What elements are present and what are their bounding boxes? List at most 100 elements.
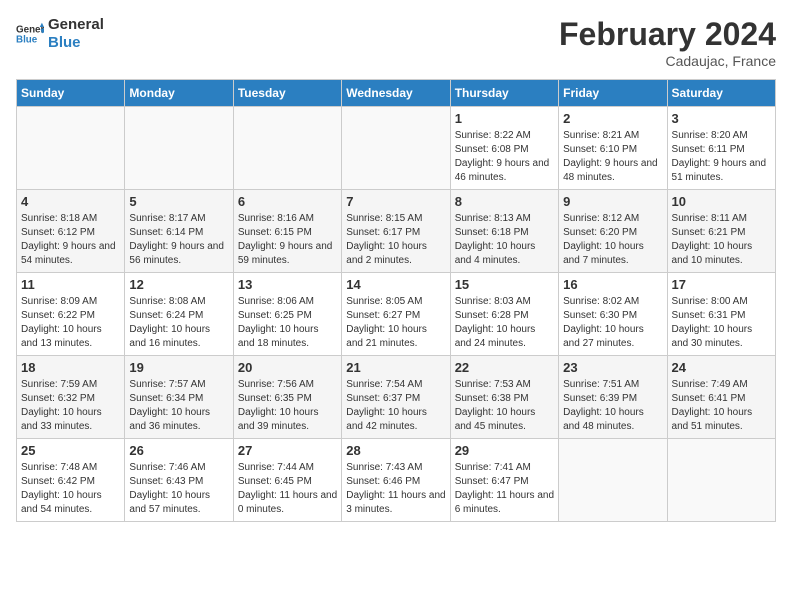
calendar-header-row: Sunday Monday Tuesday Wednesday Thursday…: [17, 80, 776, 107]
day-number: 11: [21, 277, 120, 292]
week-row-5: 25 Sunrise: 7:48 AMSunset: 6:42 PMDayligh…: [17, 439, 776, 522]
day-number: 19: [129, 360, 228, 375]
day-number: 10: [672, 194, 771, 209]
day-info: Sunrise: 7:54 AMSunset: 6:37 PMDaylight:…: [346, 378, 445, 434]
day-info: Sunrise: 8:08 AMSunset: 6:24 PMDaylight:…: [129, 295, 228, 351]
day-number: 21: [346, 360, 445, 375]
location: Cadaujac, France: [559, 53, 776, 69]
day-info: Sunrise: 7:53 AMSunset: 6:38 PMDaylight:…: [455, 378, 554, 434]
day-info: Sunrise: 7:59 AMSunset: 6:32 PMDaylight:…: [21, 378, 120, 434]
day-number: 28: [346, 443, 445, 458]
week-row-2: 4 Sunrise: 8:18 AMSunset: 6:12 PMDaylight…: [17, 190, 776, 273]
cell-week2-day2: 6 Sunrise: 8:16 AMSunset: 6:15 PMDaylight…: [233, 190, 341, 273]
day-number: 2: [563, 111, 662, 126]
day-info: Sunrise: 8:13 AMSunset: 6:18 PMDaylight:…: [455, 212, 554, 268]
cell-week5-day4: 29 Sunrise: 7:41 AMSunset: 6:47 PMDayligh…: [450, 439, 558, 522]
day-info: Sunrise: 8:16 AMSunset: 6:15 PMDaylight:…: [238, 212, 337, 268]
title-block: February 2024 Cadaujac, France: [559, 16, 776, 69]
cell-week2-day1: 5Sunrise: 8:17 AMSunset: 6:14 PMDaylight…: [125, 190, 233, 273]
day-number: 18: [21, 360, 120, 375]
cell-week3-day1: 12 Sunrise: 8:08 AMSunset: 6:24 PMDayligh…: [125, 273, 233, 356]
day-info: Sunrise: 8:22 AMSunset: 6:08 PMDaylight:…: [455, 129, 554, 185]
day-info: Sunrise: 8:15 AMSunset: 6:17 PMDaylight:…: [346, 212, 445, 268]
cell-week5-day0: 25 Sunrise: 7:48 AMSunset: 6:42 PMDayligh…: [17, 439, 125, 522]
cell-week5-day1: 26 Sunrise: 7:46 AMSunset: 6:43 PMDayligh…: [125, 439, 233, 522]
day-info: Sunrise: 8:09 AMSunset: 6:22 PMDaylight:…: [21, 295, 120, 351]
cell-week4-day6: 24 Sunrise: 7:49 AMSunset: 6:41 PMDayligh…: [667, 356, 775, 439]
day-info: Sunrise: 8:03 AMSunset: 6:28 PMDaylight:…: [455, 295, 554, 351]
day-number: 25: [21, 443, 120, 458]
cell-week5-day5: [559, 439, 667, 522]
day-info: Sunrise: 8:20 AMSunset: 6:11 PMDaylight:…: [672, 129, 771, 185]
day-info: Sunrise: 7:41 AMSunset: 6:47 PMDaylight:…: [455, 461, 554, 517]
cell-week1-day6: 3 Sunrise: 8:20 AMSunset: 6:11 PMDaylight…: [667, 107, 775, 190]
day-info: Sunrise: 7:44 AMSunset: 6:45 PMDaylight:…: [238, 461, 337, 517]
cell-week4-day3: 21 Sunrise: 7:54 AMSunset: 6:37 PMDayligh…: [342, 356, 450, 439]
cell-week5-day3: 28 Sunrise: 7:43 AMSunset: 6:46 PMDayligh…: [342, 439, 450, 522]
cell-week4-day4: 22 Sunrise: 7:53 AMSunset: 6:38 PMDayligh…: [450, 356, 558, 439]
logo-general-text: General: [48, 16, 104, 34]
col-thursday: Thursday: [450, 80, 558, 107]
day-number: 3: [672, 111, 771, 126]
day-info: Sunrise: 7:49 AMSunset: 6:41 PMDaylight:…: [672, 378, 771, 434]
day-info: Sunrise: 7:46 AMSunset: 6:43 PMDaylight:…: [129, 461, 228, 517]
day-number: 24: [672, 360, 771, 375]
day-number: 4: [21, 194, 120, 209]
day-number: 6: [238, 194, 337, 209]
day-info: Sunrise: 7:56 AMSunset: 6:35 PMDaylight:…: [238, 378, 337, 434]
cell-week4-day0: 18 Sunrise: 7:59 AMSunset: 6:32 PMDayligh…: [17, 356, 125, 439]
cell-week2-day6: 10 Sunrise: 8:11 AMSunset: 6:21 PMDayligh…: [667, 190, 775, 273]
week-row-1: 1 Sunrise: 8:22 AMSunset: 6:08 PMDaylight…: [17, 107, 776, 190]
col-monday: Monday: [125, 80, 233, 107]
logo-blue-text: Blue: [48, 34, 104, 52]
day-number: 26: [129, 443, 228, 458]
cell-week3-day0: 11 Sunrise: 8:09 AMSunset: 6:22 PMDayligh…: [17, 273, 125, 356]
cell-week3-day3: 14Sunrise: 8:05 AMSunset: 6:27 PMDayligh…: [342, 273, 450, 356]
cell-week3-day6: 17Sunrise: 8:00 AMSunset: 6:31 PMDayligh…: [667, 273, 775, 356]
day-number: 12: [129, 277, 228, 292]
day-number: 13: [238, 277, 337, 292]
cell-week4-day5: 23Sunrise: 7:51 AMSunset: 6:39 PMDayligh…: [559, 356, 667, 439]
cell-week3-day2: 13 Sunrise: 8:06 AMSunset: 6:25 PMDayligh…: [233, 273, 341, 356]
cell-week1-day2: [233, 107, 341, 190]
logo: General Blue General Blue: [16, 16, 104, 52]
day-info: Sunrise: 8:18 AMSunset: 6:12 PMDaylight:…: [21, 212, 120, 268]
cell-week4-day1: 19 Sunrise: 7:57 AMSunset: 6:34 PMDayligh…: [125, 356, 233, 439]
day-number: 20: [238, 360, 337, 375]
cell-week1-day4: 1 Sunrise: 8:22 AMSunset: 6:08 PMDaylight…: [450, 107, 558, 190]
day-number: 1: [455, 111, 554, 126]
day-number: 5: [129, 194, 228, 209]
svg-text:Blue: Blue: [16, 34, 38, 45]
cell-week5-day6: [667, 439, 775, 522]
cell-week3-day5: 16Sunrise: 8:02 AMSunset: 6:30 PMDayligh…: [559, 273, 667, 356]
cell-week1-day5: 2 Sunrise: 8:21 AMSunset: 6:10 PMDaylight…: [559, 107, 667, 190]
col-saturday: Saturday: [667, 80, 775, 107]
day-info: Sunrise: 7:43 AMSunset: 6:46 PMDaylight:…: [346, 461, 445, 517]
col-tuesday: Tuesday: [233, 80, 341, 107]
cell-week3-day4: 15 Sunrise: 8:03 AMSunset: 6:28 PMDayligh…: [450, 273, 558, 356]
day-info: Sunrise: 7:57 AMSunset: 6:34 PMDaylight:…: [129, 378, 228, 434]
day-number: 22: [455, 360, 554, 375]
day-info: Sunrise: 8:11 AMSunset: 6:21 PMDaylight:…: [672, 212, 771, 268]
cell-week1-day0: [17, 107, 125, 190]
day-number: 15: [455, 277, 554, 292]
day-number: 27: [238, 443, 337, 458]
day-info: Sunrise: 8:00 AMSunset: 6:31 PMDaylight:…: [672, 295, 771, 351]
col-friday: Friday: [559, 80, 667, 107]
day-info: Sunrise: 8:12 AMSunset: 6:20 PMDaylight:…: [563, 212, 662, 268]
day-number: 29: [455, 443, 554, 458]
day-info: Sunrise: 8:06 AMSunset: 6:25 PMDaylight:…: [238, 295, 337, 351]
col-sunday: Sunday: [17, 80, 125, 107]
day-info: Sunrise: 8:02 AMSunset: 6:30 PMDaylight:…: [563, 295, 662, 351]
cell-week2-day5: 9Sunrise: 8:12 AMSunset: 6:20 PMDaylight…: [559, 190, 667, 273]
calendar-table: Sunday Monday Tuesday Wednesday Thursday…: [16, 79, 776, 522]
cell-week2-day0: 4 Sunrise: 8:18 AMSunset: 6:12 PMDaylight…: [17, 190, 125, 273]
cell-week1-day1: [125, 107, 233, 190]
day-info: Sunrise: 8:05 AMSunset: 6:27 PMDaylight:…: [346, 295, 445, 351]
week-row-4: 18 Sunrise: 7:59 AMSunset: 6:32 PMDayligh…: [17, 356, 776, 439]
day-info: Sunrise: 8:21 AMSunset: 6:10 PMDaylight:…: [563, 129, 662, 185]
day-info: Sunrise: 7:48 AMSunset: 6:42 PMDaylight:…: [21, 461, 120, 517]
cell-week4-day2: 20 Sunrise: 7:56 AMSunset: 6:35 PMDayligh…: [233, 356, 341, 439]
col-wednesday: Wednesday: [342, 80, 450, 107]
cell-week1-day3: [342, 107, 450, 190]
